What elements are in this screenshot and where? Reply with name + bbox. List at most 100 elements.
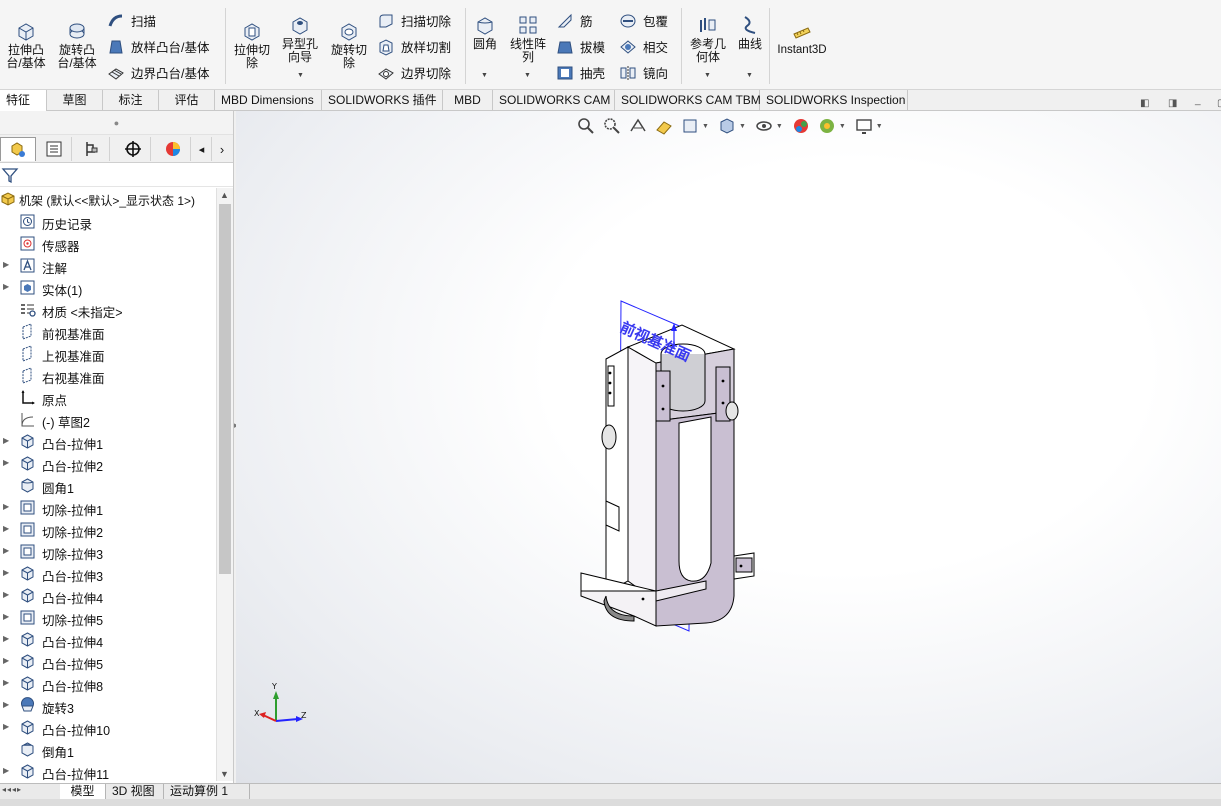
mirror-button[interactable]: 镜向 bbox=[619, 63, 668, 82]
tree-item[interactable]: (-) 草图2 bbox=[0, 408, 216, 430]
tile-right-icon[interactable]: ◨ bbox=[1168, 98, 1177, 109]
draft-button[interactable]: 拔模 bbox=[556, 37, 605, 56]
tree-item[interactable]: ▶ 凸台-拉伸3 bbox=[0, 562, 216, 584]
expand-arrow-icon[interactable]: ▶ bbox=[3, 656, 9, 665]
tab-motion-study[interactable]: 运动算例 1 bbox=[164, 784, 250, 800]
tree-item[interactable]: ▶ 凸台-拉伸4 bbox=[0, 628, 216, 650]
expand-arrow-icon[interactable]: ▶ bbox=[3, 458, 9, 467]
tree-root-part[interactable]: 机架 (默认<<默认>_显示状态 1>) bbox=[0, 188, 216, 210]
scroll-down-arrow[interactable]: ▼ bbox=[220, 769, 229, 779]
rib-button[interactable]: 筋 bbox=[556, 11, 593, 30]
frame-part-model[interactable] bbox=[580, 324, 755, 627]
model-canvas[interactable]: 前视基准面 Y Z X bbox=[236, 111, 1221, 783]
expand-arrow-icon[interactable]: ▶ bbox=[3, 260, 9, 269]
boundary-cut-button[interactable]: 边界切除 bbox=[377, 63, 451, 82]
hole-wizard-button[interactable]: 异型孔 向导 bbox=[278, 14, 322, 64]
expand-arrow-icon[interactable]: ▶ bbox=[3, 634, 9, 643]
tab-features[interactable]: 特征 bbox=[0, 90, 47, 111]
swept-cut-button[interactable]: 扫描切除 bbox=[377, 11, 451, 30]
tree-item[interactable]: ▶ 凸台-拉伸11 bbox=[0, 760, 216, 781]
tree-item[interactable]: 圆角1 bbox=[0, 474, 216, 496]
tree-item[interactable]: 右视基准面 bbox=[0, 364, 216, 386]
pane-tabs-scroll-left[interactable]: ◂ bbox=[192, 137, 212, 161]
expand-arrow-icon[interactable]: ▶ bbox=[3, 612, 9, 621]
tab-mbd[interactable]: MBD bbox=[443, 90, 493, 111]
tab-sketch[interactable]: 草图 bbox=[47, 90, 103, 111]
expand-arrow-icon[interactable]: ▶ bbox=[3, 590, 9, 599]
filter-icon[interactable] bbox=[1, 166, 19, 184]
expand-arrow-icon[interactable]: ▶ bbox=[3, 282, 9, 291]
scroll-up-arrow[interactable]: ▲ bbox=[220, 190, 229, 200]
tree-item[interactable]: 材质 <未指定> bbox=[0, 298, 216, 320]
revolve-cut-button[interactable]: 旋转切 除 bbox=[327, 20, 371, 70]
fillet-button[interactable]: 圆角 bbox=[470, 14, 500, 51]
tree-item[interactable]: ▶ 旋转3 bbox=[0, 694, 216, 716]
tree-item[interactable]: 传感器 bbox=[0, 232, 216, 254]
expand-arrow-icon[interactable]: ▶ bbox=[3, 766, 9, 775]
shell-button[interactable]: 抽壳 bbox=[556, 63, 605, 82]
tree-item[interactable]: 倒角1 bbox=[0, 738, 216, 760]
tree-item[interactable]: ▶ 凸台-拉伸10 bbox=[0, 716, 216, 738]
lofted-cut-button[interactable]: 放样切割 bbox=[377, 37, 451, 56]
tab-solidworks-inspection[interactable]: SOLIDWORKS Inspection bbox=[760, 90, 908, 111]
tab-solidworks-addins[interactable]: SOLIDWORKS 插件 bbox=[322, 90, 443, 111]
tab-solidworks-cam-tbm[interactable]: SOLIDWORKS CAM TBM bbox=[615, 90, 761, 111]
tree-item[interactable]: ▶ 凸台-拉伸5 bbox=[0, 650, 216, 672]
tree-item[interactable]: 前视基准面 bbox=[0, 320, 216, 342]
tree-item[interactable]: ▶ 凸台-拉伸4 bbox=[0, 584, 216, 606]
expand-arrow-icon[interactable]: ▶ bbox=[3, 568, 9, 577]
loft-boss-button[interactable]: 放样凸台/基体 bbox=[107, 37, 209, 56]
reference-geometry-dropdown[interactable]: ▼ bbox=[704, 72, 711, 79]
graphics-area[interactable]: ▼ ▼ ▼ ▼ ▼ 前视基准面 Y Z X bbox=[236, 111, 1221, 783]
sweep-button[interactable]: 扫描 bbox=[107, 11, 156, 30]
tree-item[interactable]: ▶ 凸台-拉伸8 bbox=[0, 672, 216, 694]
tree-item[interactable]: ▶ 实体(1) bbox=[0, 276, 216, 298]
tab-model[interactable]: 模型 bbox=[60, 784, 106, 800]
scrollbar-thumb[interactable] bbox=[219, 204, 231, 574]
extrude-boss-button[interactable]: 拉伸凸 台/基体 bbox=[4, 20, 48, 70]
expand-arrow-icon[interactable]: ▶ bbox=[3, 524, 9, 533]
feature-manager-tab[interactable] bbox=[0, 137, 36, 161]
tree-item[interactable]: ▶ 切除-拉伸5 bbox=[0, 606, 216, 628]
panel-grip-handle[interactable]: ● bbox=[0, 111, 233, 135]
revolve-boss-button[interactable]: 旋转凸 台/基体 bbox=[55, 20, 99, 70]
tab-solidworks-cam[interactable]: SOLIDWORKS CAM bbox=[493, 90, 615, 111]
tab-mbd-dimensions[interactable]: MBD Dimensions bbox=[215, 90, 322, 111]
linear-pattern-button[interactable]: 线性阵 列 bbox=[506, 14, 550, 64]
expand-arrow-icon[interactable]: ▶ bbox=[3, 722, 9, 731]
property-manager-tab[interactable] bbox=[36, 137, 72, 161]
hole-wizard-dropdown[interactable]: ▼ bbox=[297, 72, 304, 79]
extrude-cut-button[interactable]: 拉伸切 除 bbox=[230, 20, 274, 70]
restore-icon[interactable]: ▢ bbox=[1217, 98, 1221, 109]
tab-3d-view[interactable]: 3D 视图 bbox=[106, 784, 164, 800]
tree-scrollbar[interactable]: ▲ ▼ bbox=[216, 188, 233, 781]
instant3d-button[interactable]: Instant3D bbox=[774, 20, 830, 57]
expand-arrow-icon[interactable]: ▶ bbox=[3, 678, 9, 687]
dimxpert-manager-tab[interactable] bbox=[115, 137, 151, 161]
tree-item[interactable]: 原点 bbox=[0, 386, 216, 408]
expand-arrow-icon[interactable]: ▶ bbox=[3, 436, 9, 445]
tree-item[interactable]: 历史记录 bbox=[0, 210, 216, 232]
minimize-icon[interactable]: _ bbox=[1195, 95, 1201, 106]
linear-pattern-dropdown[interactable]: ▼ bbox=[524, 72, 531, 79]
tab-evaluate[interactable]: 评估 bbox=[159, 90, 215, 111]
tree-filter-bar[interactable] bbox=[0, 163, 233, 187]
tile-left-icon[interactable]: ◧ bbox=[1140, 98, 1149, 109]
tree-item[interactable]: ▶ 切除-拉伸3 bbox=[0, 540, 216, 562]
tree-item[interactable]: 上视基准面 bbox=[0, 342, 216, 364]
expand-arrow-icon[interactable]: ▶ bbox=[3, 502, 9, 511]
expand-arrow-icon[interactable]: ▶ bbox=[3, 546, 9, 555]
curves-button[interactable]: 曲线 bbox=[734, 14, 766, 51]
pane-tabs-scroll-right[interactable]: › bbox=[212, 137, 232, 161]
curves-dropdown[interactable]: ▼ bbox=[746, 72, 753, 79]
boundary-boss-button[interactable]: 边界凸台/基体 bbox=[107, 63, 209, 82]
wrap-button[interactable]: 包覆 bbox=[619, 11, 668, 30]
tab-markup[interactable]: 标注 bbox=[103, 90, 159, 111]
tree-item[interactable]: ▶ 切除-拉伸1 bbox=[0, 496, 216, 518]
display-manager-tab[interactable] bbox=[155, 137, 191, 161]
tree-item[interactable]: ▶ 切除-拉伸2 bbox=[0, 518, 216, 540]
expand-arrow-icon[interactable]: ▶ bbox=[3, 700, 9, 709]
configuration-manager-tab[interactable] bbox=[74, 137, 110, 161]
tab-scroll-arrows[interactable]: ◂◂◂▸ bbox=[2, 785, 22, 794]
intersect-button[interactable]: 相交 bbox=[619, 37, 668, 56]
